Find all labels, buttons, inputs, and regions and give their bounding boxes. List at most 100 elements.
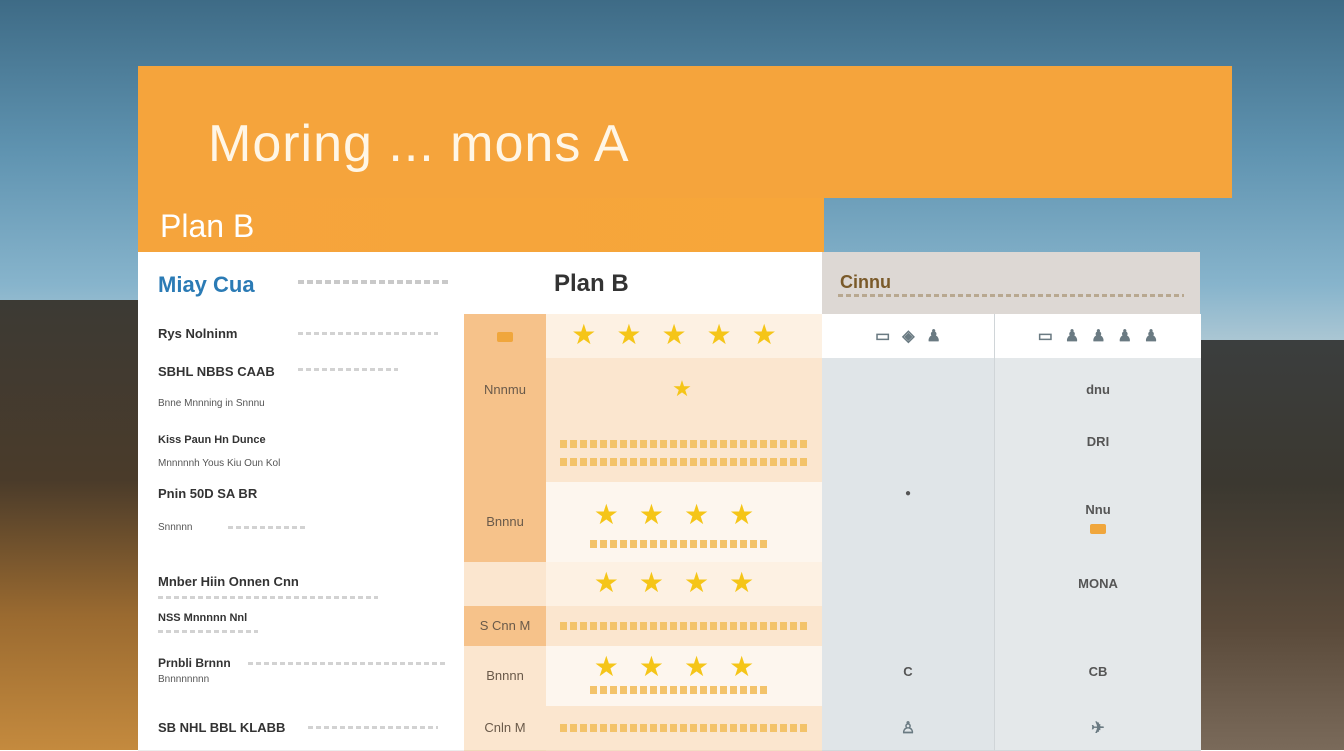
table-cell: ▭ ◈ ♟: [822, 314, 994, 359]
left-hillside: [0, 300, 160, 750]
rating-cell: ★★★★: [546, 646, 822, 707]
rating-cell: ★★★★: [546, 562, 822, 607]
table-cell: DRI: [994, 422, 1201, 483]
table-cell: [822, 562, 994, 607]
table-cell: ♙: [822, 706, 994, 751]
row-title: Pnin 50D SA BR: [158, 486, 258, 501]
row-title: Rys Nolninm: [158, 326, 238, 341]
rating-cell: ★★★★: [546, 482, 822, 563]
progress-dashes: [560, 440, 808, 448]
row-subtitle: Bnnnnnnnn: [158, 674, 210, 685]
star-icon: ★: [593, 651, 639, 682]
table-cell: dnu: [994, 358, 1201, 423]
table-cell: Cnln M: [464, 706, 546, 751]
cell-value: DRI: [1086, 434, 1110, 449]
figure-icon: ♙: [900, 720, 916, 737]
star-icon: ★: [638, 499, 684, 530]
table-cell: CB: [994, 646, 1201, 707]
logo: Miay Cua: [158, 272, 255, 297]
table-row[interactable]: Kiss Paun Hn Dunce Mnnnnnh Yous Kiu Oun …: [138, 422, 464, 483]
table-cell: [994, 606, 1201, 647]
row-subtitle: Snnnnn: [158, 522, 193, 533]
table-cell: MONA: [994, 562, 1201, 607]
star-icon: ★: [729, 567, 775, 598]
table-row[interactable]: Pnin 50D SA BR Snnnnn: [138, 482, 464, 563]
row-filler: [308, 726, 438, 729]
chip-icon: [1090, 523, 1106, 534]
cell-value: Bnnnn: [486, 668, 524, 683]
table-cell: [464, 422, 546, 483]
star-icon: ★: [672, 376, 696, 401]
rating-cell: ★: [546, 358, 822, 423]
card-icon: ▭: [875, 328, 891, 345]
cell-value: dnu: [1086, 382, 1110, 397]
table-header: Miay Cua Plan B: [138, 252, 822, 314]
grey-column-header: Cinnu: [822, 252, 1200, 314]
cell-value: Nnu: [1085, 502, 1111, 517]
table-body: Rys Nolninm ★★★★★ ▭ ◈ ♟ ▭ ♟ ♟ ♟ ♟ SBHL NBBS CA…: [138, 314, 1201, 751]
progress-dashes: [590, 686, 770, 694]
star-rating: ★★★★: [546, 566, 822, 599]
star-icon: ★: [684, 499, 730, 530]
table-row[interactable]: Rys Nolninm: [138, 314, 464, 359]
row-title: SBHL NBBS CAAB: [158, 364, 275, 379]
star-icon: ★: [684, 567, 730, 598]
table-cell: ✈: [994, 706, 1201, 751]
row-title: SB NHL BBL KLABB: [158, 720, 286, 735]
star-icon: ★: [638, 567, 684, 598]
table-row[interactable]: NSS Mnnnnn Nnl: [138, 606, 464, 647]
table-row[interactable]: Mnber Hiin Onnen Cnn: [138, 562, 464, 607]
table-cell: C: [822, 646, 994, 707]
table-cell: [546, 606, 822, 647]
cell-value: Bnnnu: [486, 514, 524, 529]
row-filler: [298, 368, 398, 371]
cell-value: Nnnmu: [484, 382, 526, 397]
star-icon: ★: [571, 319, 617, 350]
person-icon: ♟: [1091, 328, 1106, 345]
progress-dashes: [560, 724, 808, 732]
star-icon: ★: [593, 499, 639, 530]
table-cell: [464, 314, 546, 359]
banner-title: Moring ... mons A: [208, 115, 630, 173]
row-filler: [248, 662, 448, 665]
comparison-table: Miay Cua Plan B Cinnu Rys Nolninm ★★★★★ …: [138, 252, 1201, 751]
row-filler: [158, 596, 378, 599]
row-filler: [298, 332, 438, 335]
grey-column-underline: [838, 294, 1184, 297]
logo-subtext: [298, 280, 448, 284]
star-rating: ★★★★★: [546, 318, 822, 351]
rating-cell: ★★★★★: [546, 314, 822, 359]
table-cell: [464, 562, 546, 607]
row-subtitle: Mnnnnnh Yous Kiu Oun Kol: [158, 458, 281, 469]
person-icon: ♟: [1064, 328, 1080, 345]
progress-dashes: [560, 458, 808, 466]
bird-icon: ✈: [1091, 720, 1105, 737]
progress-dashes: [560, 622, 808, 630]
star-icon: ★: [729, 651, 775, 682]
row-title: NSS Mnnnnn Nnl: [158, 612, 248, 624]
star-rating: ★★★★: [546, 498, 822, 531]
chip-icon: [497, 331, 513, 342]
table-row[interactable]: SB NHL BBL KLABB: [138, 706, 464, 751]
person-icon: ♟: [1117, 328, 1132, 345]
cell-value: Cnln M: [484, 720, 526, 735]
row-title: Mnber Hiin Onnen Cnn: [158, 574, 299, 589]
table-cell: Bnnnu: [464, 482, 546, 563]
table-cell: ▭ ♟ ♟ ♟ ♟: [994, 314, 1201, 359]
plan-column-header: Plan B: [554, 270, 629, 297]
cell-value: C: [903, 664, 913, 679]
table-row[interactable]: SBHL NBBS CAAB Bnne Mnnning in Snnnu: [138, 358, 464, 423]
table-cell: [822, 422, 994, 483]
row-filler: [158, 630, 258, 633]
tag-icon: ◈: [902, 328, 915, 345]
right-hillside: [1194, 340, 1344, 750]
row-title: Prnbli Brnnn: [158, 656, 231, 670]
person-icon: ♟: [926, 328, 941, 345]
row-title: Kiss Paun Hn Dunce: [158, 434, 266, 446]
card-icon: ▭: [1037, 328, 1053, 345]
star-icon: ★: [751, 319, 797, 350]
table-row[interactable]: Prnbli Brnnn Bnnnnnnnn: [138, 646, 464, 707]
cell-value: MONA: [1078, 576, 1118, 591]
title-banner: Moring ... mons A: [138, 66, 1232, 198]
progress-dashes: [590, 540, 770, 548]
